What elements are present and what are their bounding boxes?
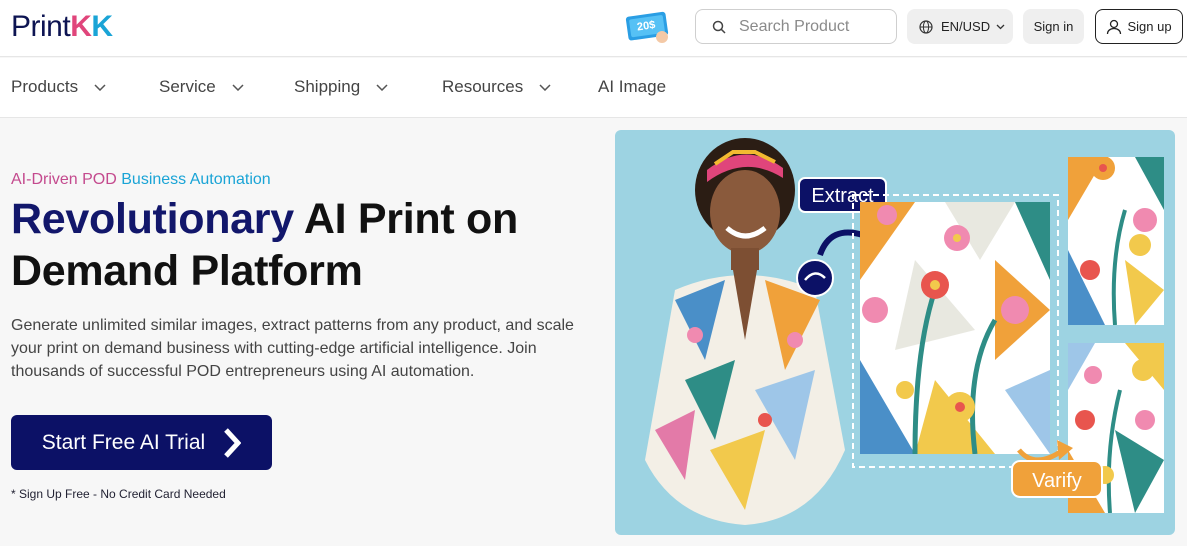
- nav-item-shipping[interactable]: Shipping: [294, 77, 388, 97]
- chevron-down-icon: [376, 83, 388, 91]
- coupon-icon[interactable]: 20$: [624, 9, 672, 45]
- main-nav: Products Service Shipping Resources AI I…: [0, 58, 1187, 118]
- lang-label: EN/USD: [941, 19, 991, 34]
- search-input[interactable]: [739, 17, 889, 36]
- signin-button[interactable]: Sign in: [1023, 9, 1084, 44]
- search-icon: [712, 20, 726, 34]
- nav-item-resources[interactable]: Resources: [442, 77, 551, 97]
- hero-tagline: AI-Driven POD Business Automation: [11, 171, 271, 188]
- nav-label: Resources: [442, 77, 524, 96]
- hero-title: Revolutionary AI Print on Demand Platfor…: [11, 195, 518, 295]
- nav-item-products[interactable]: Products: [11, 77, 106, 97]
- signup-label: Sign up: [1127, 19, 1172, 34]
- signup-note: * Sign Up Free - No Credit Card Needed: [11, 487, 226, 501]
- chevron-down-icon: [232, 83, 244, 91]
- logo[interactable]: PrintKK: [11, 10, 113, 44]
- hero-description: Generate unlimited similar images, extra…: [11, 317, 574, 380]
- cta-label: Start Free AI Trial: [41, 430, 206, 454]
- nav-item-service[interactable]: Service: [159, 77, 244, 97]
- nav-label: Service: [159, 77, 216, 96]
- hero-illustration: Extract Varify: [645, 138, 1164, 525]
- user-icon: [1107, 19, 1122, 34]
- nav-label: Products: [11, 77, 79, 96]
- hero-image: Extract Varify: [615, 130, 1175, 535]
- nav-label: AI Image: [598, 77, 667, 96]
- language-currency-selector[interactable]: EN/USD: [907, 9, 1013, 44]
- signup-button[interactable]: Sign up: [1095, 9, 1183, 44]
- chevron-down-icon: [539, 83, 551, 91]
- search-box[interactable]: [695, 9, 897, 44]
- svg-text:20$: 20$: [636, 19, 656, 33]
- site-header: PrintKK 20$ EN/USD Sign in Sign up: [0, 0, 1187, 57]
- start-trial-button[interactable]: Start Free AI Trial: [11, 415, 272, 470]
- chevron-down-icon: [94, 83, 106, 91]
- globe-icon: [919, 19, 933, 34]
- chevron-down-icon: [996, 24, 1005, 29]
- nav-item-ai-image[interactable]: AI Image: [598, 77, 666, 97]
- chevron-right-icon: [224, 427, 242, 458]
- nav-label: Shipping: [294, 77, 361, 96]
- verify-label: Varify: [1032, 470, 1082, 492]
